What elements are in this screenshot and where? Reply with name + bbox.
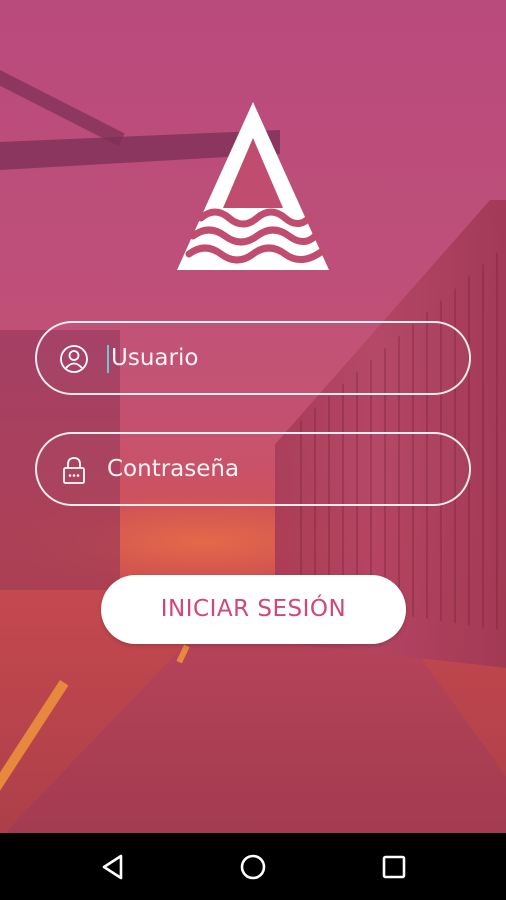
username-field[interactable]: Usuario bbox=[35, 321, 471, 395]
password-placeholder: Contraseña bbox=[107, 456, 240, 482]
triangle-waves-logo bbox=[177, 102, 329, 270]
username-placeholder: Usuario bbox=[111, 345, 199, 371]
recents-square-icon[interactable] bbox=[379, 852, 409, 882]
password-field[interactable]: Contraseña bbox=[35, 432, 471, 506]
text-cursor bbox=[107, 345, 109, 373]
system-navigation-bar bbox=[0, 833, 506, 900]
background-crane-arm bbox=[0, 70, 125, 147]
login-button[interactable]: INICIAR SESIÓN bbox=[101, 575, 406, 644]
login-screen: Usuario Contraseña INICIAR SESIÓN bbox=[0, 0, 506, 833]
home-circle-icon[interactable] bbox=[238, 852, 268, 882]
user-icon bbox=[60, 345, 88, 373]
lock-icon bbox=[63, 457, 85, 484]
back-triangle-icon[interactable] bbox=[99, 852, 129, 882]
